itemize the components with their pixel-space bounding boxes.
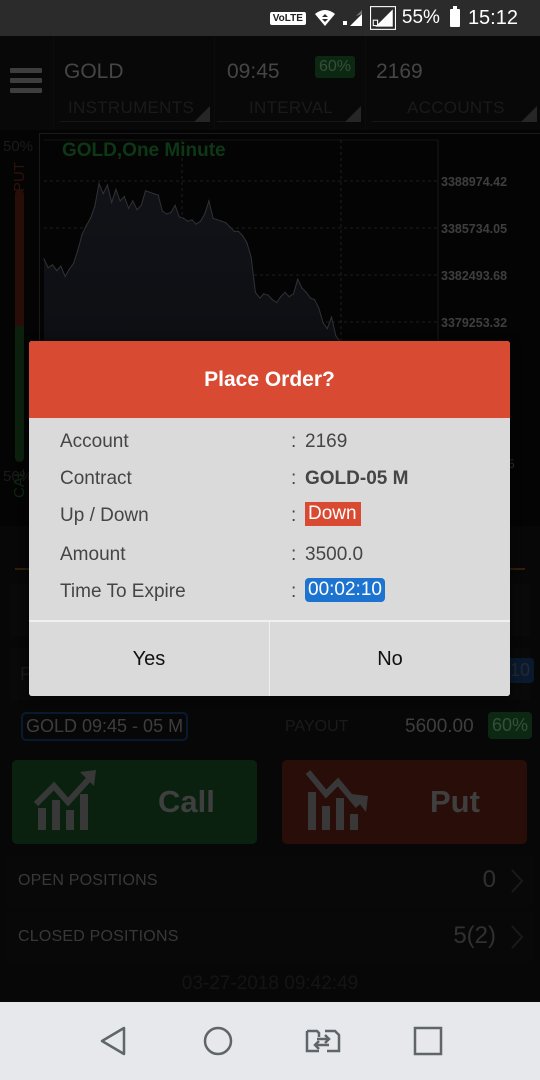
- dialog-title: Place Order?: [29, 341, 510, 418]
- home-icon: [203, 1026, 232, 1056]
- switch-sim-button[interactable]: [301, 1019, 345, 1063]
- account-value: 2169: [305, 431, 348, 452]
- expiry-row: Time To Expire : 00:02:10: [29, 578, 510, 608]
- volte-badge: VoLTE: [269, 11, 306, 25]
- place-order-dialog: Place Order? Account : 2169 Contract : G…: [29, 341, 510, 696]
- account-key: Account: [60, 431, 129, 452]
- signal-icon: [342, 10, 362, 26]
- expiry-countdown: 00:02:10: [305, 578, 385, 602]
- amount-value: 3500.0: [305, 544, 364, 565]
- home-button[interactable]: [196, 1019, 240, 1063]
- clock: 15:12: [467, 6, 518, 29]
- direction-row: Up / Down : Down: [29, 502, 510, 532]
- phone-screen: VoLTE 55% 15:12 GOLD INSTRUMENTS 09:45 6…: [0, 0, 540, 1080]
- yes-button[interactable]: Yes: [29, 622, 269, 696]
- contract-row: Contract : GOLD-05 M: [60, 468, 409, 489]
- back-button[interactable]: [91, 1019, 135, 1063]
- expiry-key: Time To Expire: [60, 581, 186, 602]
- direction-badge: Down: [305, 502, 361, 526]
- recents-icon: [413, 1026, 442, 1056]
- switch-sim-icon: [305, 1029, 340, 1053]
- account-row: Account : 2169: [60, 431, 348, 452]
- contract-key: Contract: [60, 468, 132, 489]
- battery-percent: 55%: [401, 7, 440, 28]
- navigation-bar: [0, 1002, 540, 1080]
- status-bar: VoLTE 55% 15:12: [0, 0, 540, 36]
- back-icon: [100, 1026, 125, 1056]
- wifi-icon: [314, 10, 335, 26]
- contract-value: GOLD-05 M: [305, 468, 409, 489]
- direction-key: Up / Down: [60, 505, 149, 526]
- amount-key: Amount: [60, 544, 126, 565]
- dialog-body: Account : 2169 Contract : GOLD-05 M Up /…: [29, 418, 510, 620]
- dialog-actions: Yes No: [29, 620, 510, 696]
- sim-signal-icon: [369, 6, 396, 30]
- no-button[interactable]: No: [269, 622, 510, 696]
- battery-icon: [449, 6, 460, 27]
- amount-row: Amount : 3500.0: [60, 544, 364, 565]
- recents-button[interactable]: [406, 1019, 450, 1063]
